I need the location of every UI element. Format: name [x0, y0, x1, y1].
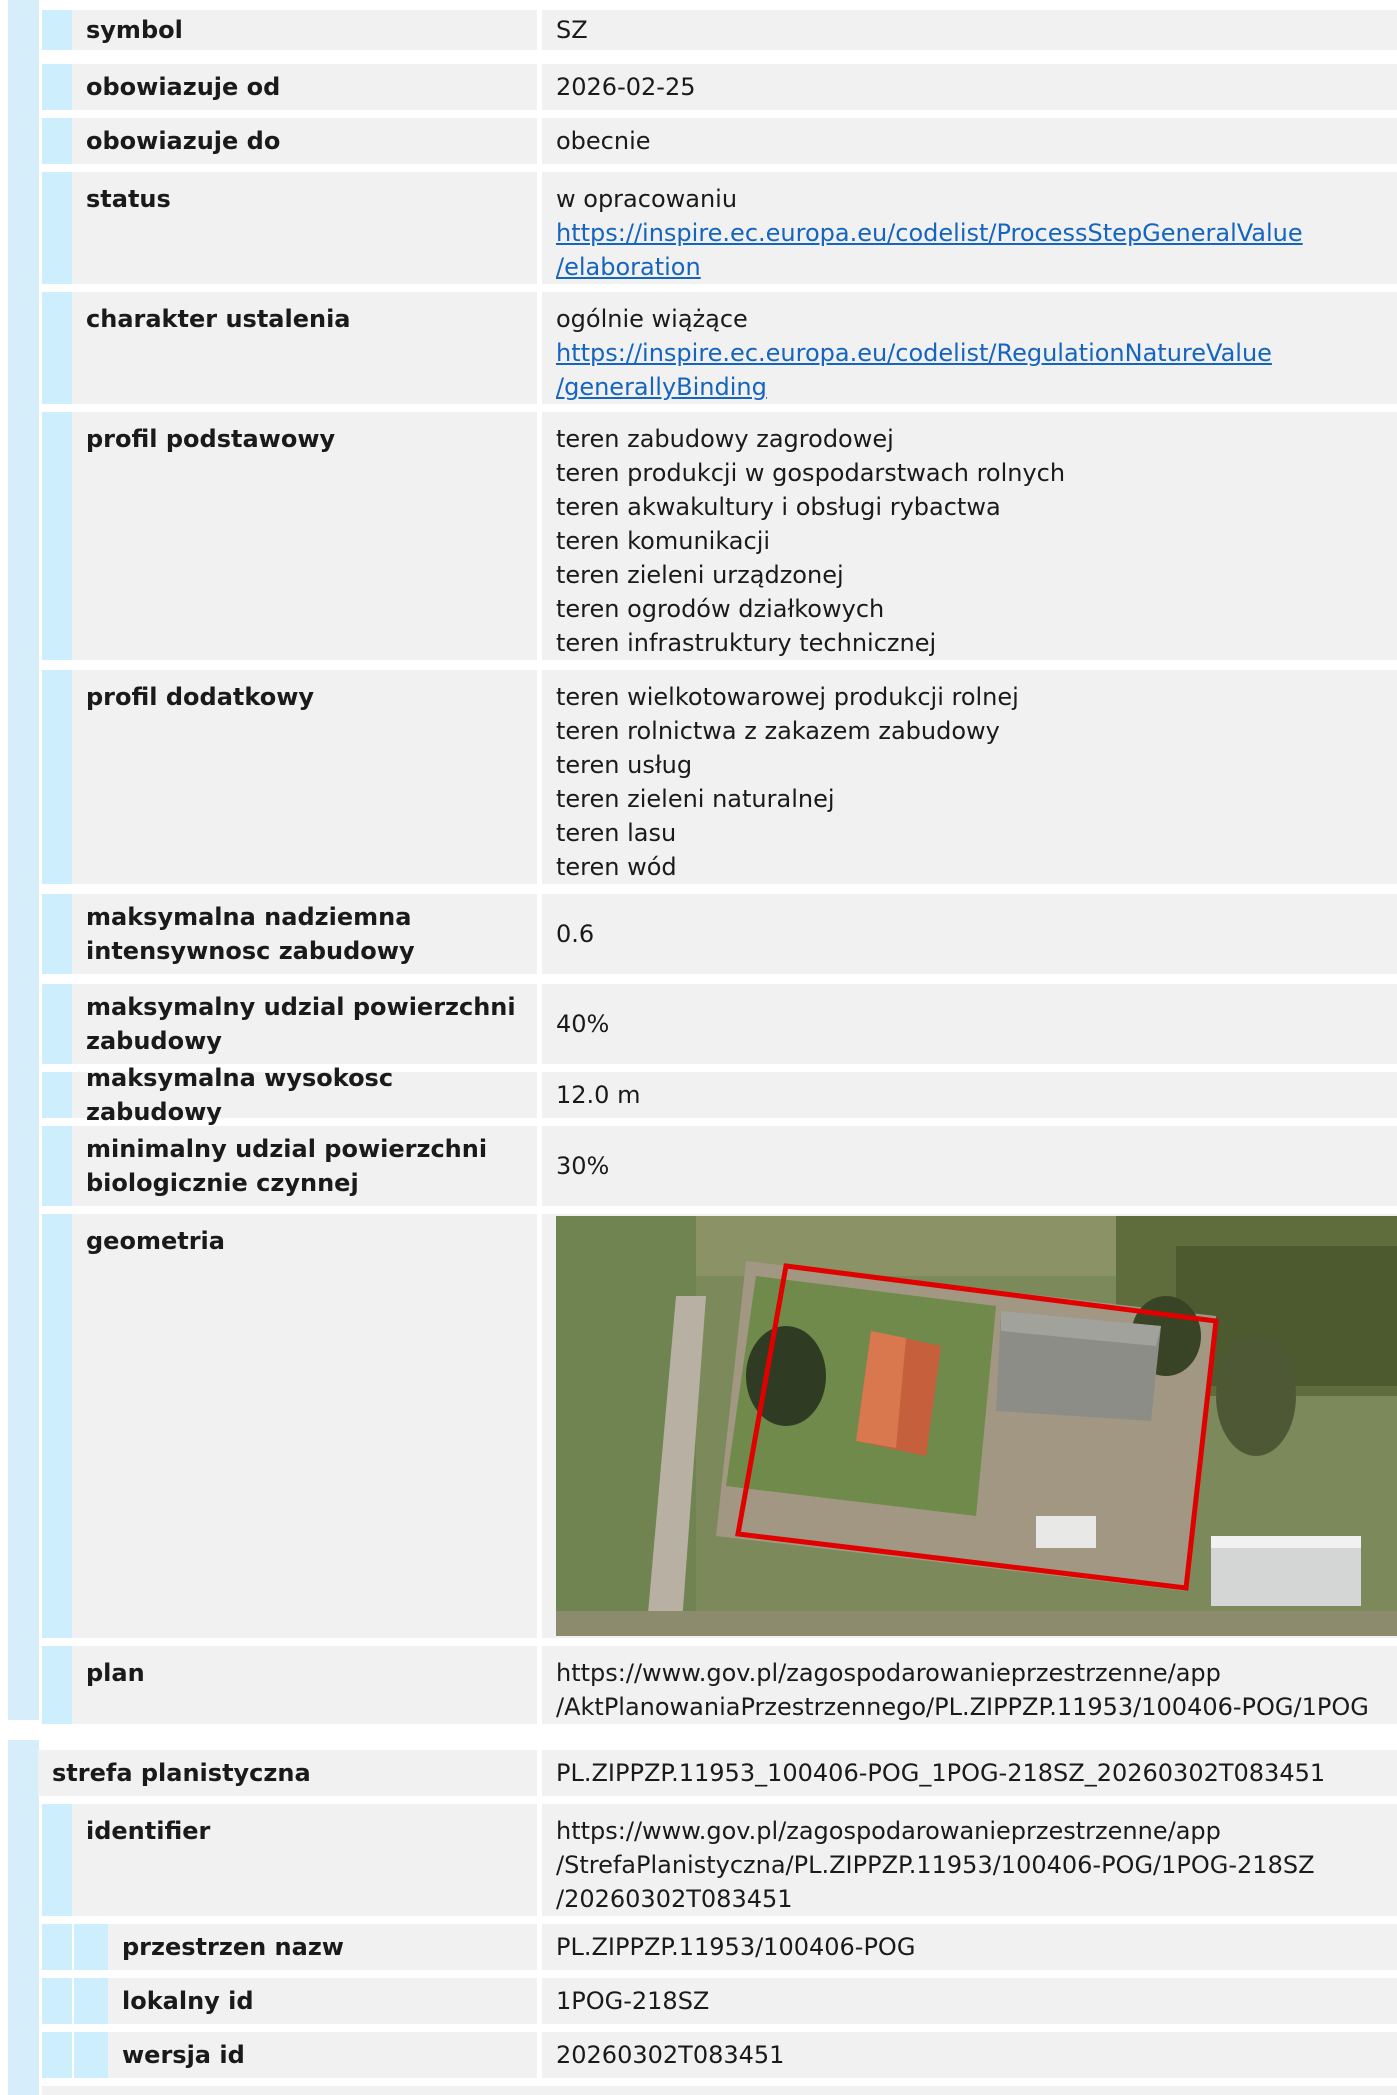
label-valid-to: obowiazuje do [72, 118, 537, 164]
list-item: teren ogrodów działkowych [556, 595, 885, 623]
row-min-bio: minimalny udzial powierzchni biologiczni… [0, 1126, 1397, 1206]
label-max-coverage: maksymalny udzial powierzchni zabudowy [72, 984, 537, 1064]
list-item: teren zieleni naturalnej [556, 785, 835, 813]
row-zone: strefa planistyczna PL.ZIPPZP.11953_1004… [0, 1750, 1397, 1796]
label-plan: plan [72, 1646, 537, 1724]
row-max-coverage: maksymalny udzial powierzchni zabudowy 4… [0, 984, 1397, 1064]
value-max-height: 12.0 m [542, 1072, 1397, 1118]
list-item: teren lasu [556, 819, 677, 847]
label-namespace: przestrzen nazw [108, 1924, 537, 1970]
value-valid-to: obecnie [542, 118, 1397, 164]
list-item: teren infrastruktury technicznej [556, 629, 937, 657]
list-item: teren zabudowy zagrodowej [556, 425, 894, 453]
row-local-id: lokalny id 1POG-218SZ [0, 1978, 1397, 2024]
label-max-height: maksymalna wysokosc zabudowy [72, 1064, 537, 1126]
value-min-bio: 30% [542, 1126, 1397, 1206]
regulation-codelist-link[interactable]: https://inspire.ec.europa.eu/codelist/Re… [556, 339, 1272, 367]
value-regulation: ogólnie wiążące https://inspire.ec.europ… [542, 292, 1397, 404]
value-identifier: https://www.gov.pl/zagospodarowanieprzes… [542, 1804, 1397, 1916]
label-status: status [72, 172, 537, 284]
row-valid-to: obowiazuje do obecnie [0, 118, 1397, 164]
row-symbol: symbol SZ [0, 10, 1397, 50]
label-min-bio: minimalny udzial powierzchni biologiczni… [72, 1126, 537, 1206]
label-valid-from: obowiazuje od [72, 64, 537, 110]
value-additional-profile: teren wielkotowarowej produkcji rolnej t… [542, 670, 1397, 884]
regulation-text: ogólnie wiążące [556, 305, 748, 333]
value-valid-from: 2026-02-25 [542, 64, 1397, 110]
list-item: teren komunikacji [556, 527, 771, 555]
value-basic-profile: teren zabudowy zagrodowej teren produkcj… [542, 412, 1397, 660]
value-plan: https://www.gov.pl/zagospodarowanieprzes… [542, 1646, 1397, 1724]
row-status: status w opracowaniu https://inspire.ec.… [0, 172, 1397, 284]
label-version-id: wersja id [108, 2032, 537, 2078]
list-item: teren akwakultury i obsługi rybactwa [556, 493, 1001, 521]
status-text: w opracowaniu [556, 185, 738, 213]
label-symbol: symbol [72, 10, 537, 50]
row-namespace: przestrzen nazw PL.ZIPPZP.11953/100406-P… [0, 1924, 1397, 1970]
row-valid-from: obowiazuje od 2026-02-25 [0, 64, 1397, 110]
label-local-id: lokalny id [108, 1978, 537, 2024]
value-symbol: SZ [542, 10, 1397, 50]
status-codelist-link-cont[interactable]: /elaboration [556, 253, 701, 281]
list-item: teren produkcji w gospodarstwach rolnych [556, 459, 1066, 487]
label-max-intensity: maksymalna nadziemna intensywnosc zabudo… [72, 894, 537, 974]
row-max-intensity: maksymalna nadziemna intensywnosc zabudo… [0, 894, 1397, 974]
value-max-intensity: 0.6 [542, 894, 1397, 974]
row-additional-profile: profil dodatkowy teren wielkotowarowej p… [0, 670, 1397, 884]
row-version-id: wersja id 20260302T083451 [0, 2032, 1397, 2078]
label-identifier: identifier [72, 1804, 537, 1916]
list-item: teren zieleni urządzonej [556, 561, 844, 589]
geometry-map-image[interactable] [556, 1216, 1397, 1636]
list-item: teren wielkotowarowej produkcji rolnej [556, 683, 1019, 711]
row-identifier: identifier https://www.gov.pl/zagospodar… [0, 1804, 1397, 1916]
label-regulation: charakter ustalenia [72, 292, 537, 404]
status-codelist-link[interactable]: https://inspire.ec.europa.eu/codelist/Pr… [556, 219, 1303, 247]
value-namespace: PL.ZIPPZP.11953/100406-POG [542, 1924, 1397, 1970]
label-zone: strefa planistyczna [38, 1750, 537, 1796]
row-regulation: charakter ustalenia ogólnie wiążące http… [0, 292, 1397, 404]
aerial-photo [556, 1216, 1397, 1636]
label-additional-profile: profil dodatkowy [72, 670, 537, 884]
value-local-id: 1POG-218SZ [542, 1978, 1397, 2024]
row-basic-profile: profil podstawowy teren zabudowy zagrodo… [0, 412, 1397, 660]
next-row-edge [42, 2086, 1397, 2095]
row-max-height: maksymalna wysokosc zabudowy 12.0 m [0, 1064, 1397, 1126]
label-basic-profile: profil podstawowy [72, 412, 537, 660]
list-item: teren usług [556, 751, 693, 779]
list-item: teren wód [556, 853, 677, 881]
value-version-id: 20260302T083451 [542, 2032, 1397, 2078]
value-status: w opracowaniu https://inspire.ec.europa.… [542, 172, 1397, 284]
regulation-codelist-link-cont[interactable]: /generallyBinding [556, 373, 767, 401]
row-plan: plan https://www.gov.pl/zagospodarowanie… [0, 1646, 1397, 1724]
attribute-panel: symbol SZ obowiazuje od 2026-02-25 obowi… [0, 0, 1397, 2095]
value-zone: PL.ZIPPZP.11953_100406-POG_1POG-218SZ_20… [542, 1750, 1397, 1796]
label-geometry: geometria [72, 1214, 537, 1638]
value-max-coverage: 40% [542, 984, 1397, 1064]
list-item: teren rolnictwa z zakazem zabudowy [556, 717, 1000, 745]
